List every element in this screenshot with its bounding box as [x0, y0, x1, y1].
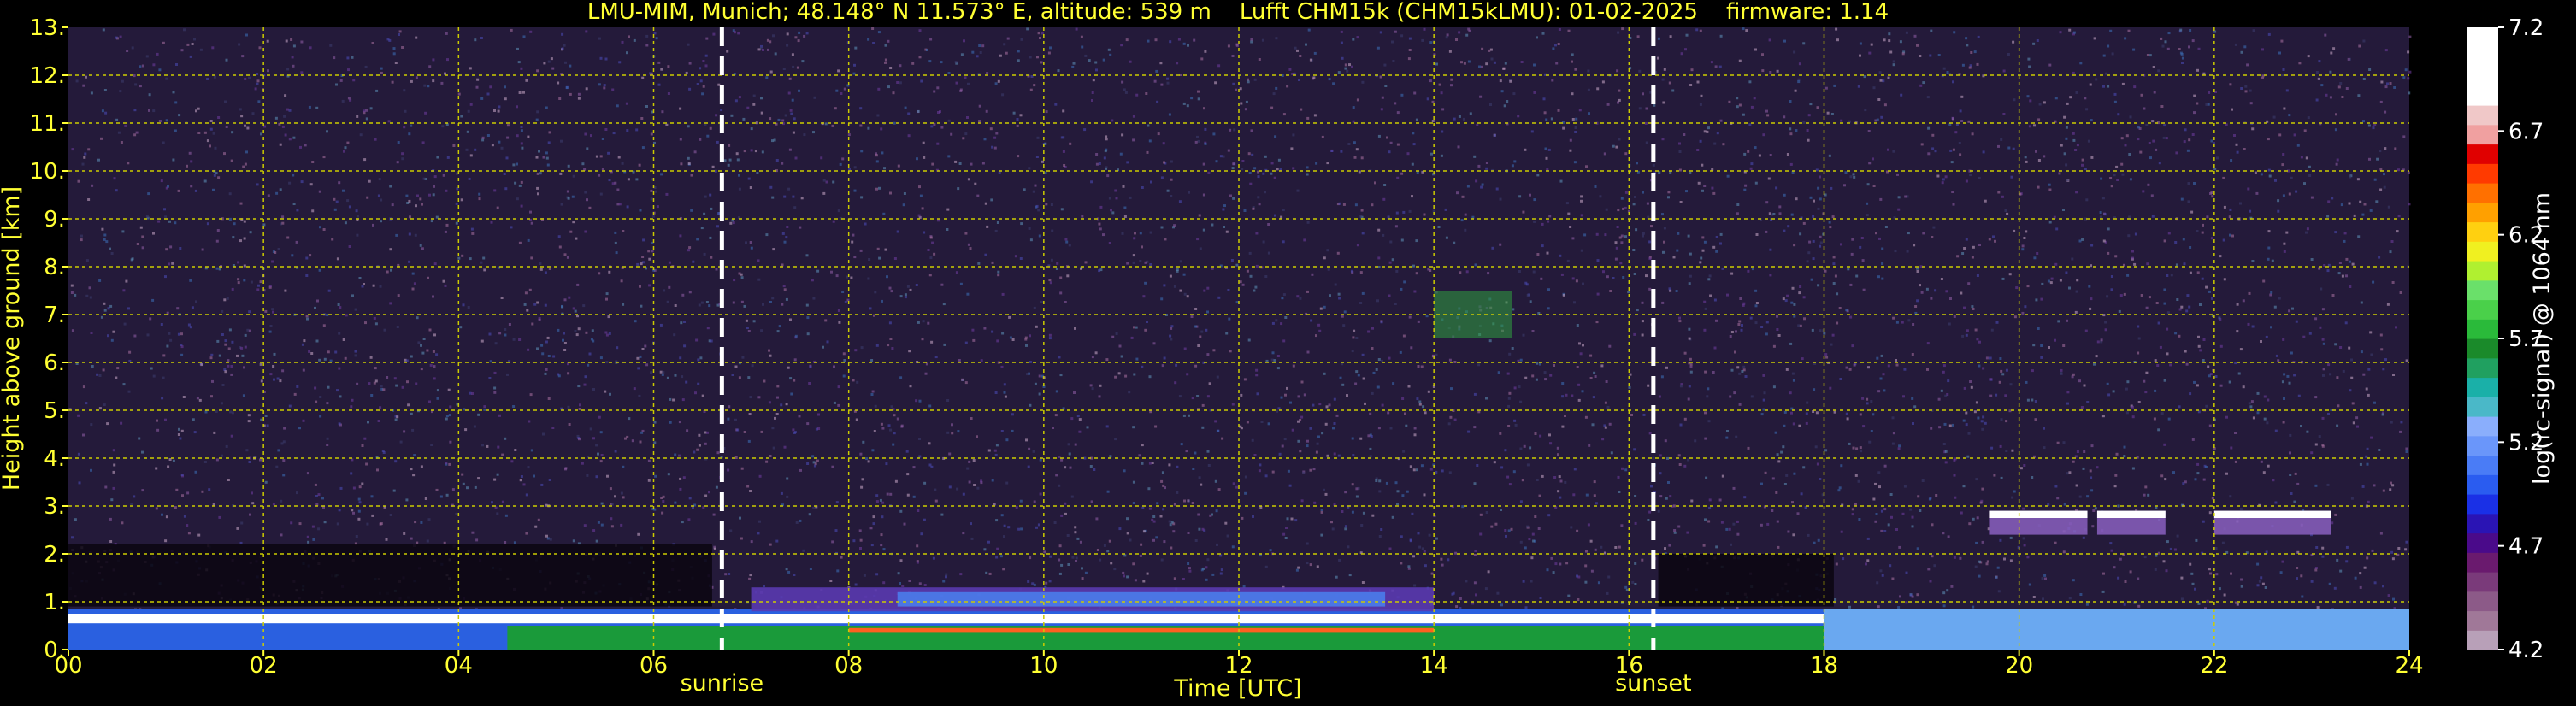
x-tick-label: 24: [2395, 653, 2423, 679]
x-tick-label: 06: [640, 653, 668, 679]
colorbar-segment: [2467, 124, 2498, 145]
sunrise-label: sunrise: [681, 670, 764, 697]
colorbar-segment: [2467, 202, 2498, 223]
y-tick-label: 11.: [30, 111, 65, 137]
colorbar-segment: [2467, 85, 2498, 106]
colorbar-segment: [2467, 221, 2498, 242]
colorbar-segment: [2467, 183, 2498, 203]
low-cloud-top: [2096, 510, 2166, 518]
y-tick-label: 7.: [44, 303, 65, 328]
colorbar-segment: [2467, 630, 2498, 650]
colorbar-segment: [2467, 163, 2498, 184]
x-tick-label: 10: [1029, 653, 1058, 679]
colorbar-segment: [2467, 416, 2498, 437]
colorbar-segment: [2467, 455, 2498, 475]
x-tick-label: 02: [250, 653, 278, 679]
colorbar-label: log(rc-signal) @ 1064 nm: [2529, 192, 2555, 485]
low-cloud-top: [2213, 510, 2331, 518]
colorbar-tick-label: 6.7: [2508, 119, 2544, 144]
y-tick-label: 4.: [44, 446, 65, 472]
colorbar-tick-label: 7.2: [2508, 15, 2544, 41]
lidar-figure: LMU-MIM, Munich; 48.148° N 11.573° E, al…: [0, 0, 2576, 706]
colorbar-segment: [2467, 591, 2498, 612]
colorbar-segment: [2467, 105, 2498, 126]
colorbar-segment: [2467, 435, 2498, 456]
colorbar-segment: [2467, 279, 2498, 301]
plot-area: [68, 27, 2412, 650]
y-tick-label: 13.: [30, 15, 65, 41]
x-tick-label: 00: [54, 653, 82, 679]
colorbar-segment: [2467, 241, 2498, 262]
colorbar-segment: [2467, 299, 2498, 320]
colorbar-segment: [2467, 66, 2498, 86]
x-tick-label: 14: [1420, 653, 1448, 679]
y-tick-label: 6.: [44, 350, 65, 376]
evening-layer: [1824, 609, 2409, 650]
x-tick-label: 04: [445, 653, 473, 679]
x-tick-label: 18: [1810, 653, 1838, 679]
y-tick-label: 3.: [44, 494, 65, 520]
colorbar-tick-label: 4.7: [2508, 534, 2544, 560]
colorbar-segment: [2467, 474, 2498, 495]
sunset-label: sunset: [1615, 670, 1692, 697]
y-tick-label: 2.: [44, 542, 65, 568]
y-tick-label: 5.: [44, 398, 65, 424]
colorbar-tick-label: 4.2: [2508, 638, 2544, 663]
colorbar-segment: [2467, 532, 2498, 553]
y-tick-label: 10.: [30, 159, 65, 185]
colorbar-segment: [2467, 27, 2498, 48]
x-tick-label: 22: [2200, 653, 2228, 679]
colorbar-segment: [2467, 319, 2498, 339]
y-tick-label: 9.: [44, 207, 65, 232]
colorbar-segment: [2467, 397, 2498, 417]
chart-title: LMU-MIM, Munich; 48.148° N 11.573° E, al…: [587, 0, 1889, 25]
colorbar-segment: [2467, 357, 2498, 379]
colorbar-segment: [2467, 338, 2498, 359]
x-tick-label: 20: [2005, 653, 2033, 679]
y-tick-label: 12.: [30, 63, 65, 89]
aerosol-layer-core: [897, 591, 1386, 607]
colorbar-segment: [2467, 610, 2498, 631]
low-cloud-top: [1989, 510, 2088, 518]
x-tick-label: 08: [834, 653, 863, 679]
y-tick-label: 8.: [44, 255, 65, 280]
colorbar-segment: [2467, 261, 2498, 281]
colorbar-segment: [2467, 144, 2498, 164]
colorbar-segment: [2467, 572, 2498, 592]
y-tick-label: 1.: [44, 590, 65, 615]
boundary-layer-red: [848, 627, 1435, 633]
colorbar-segment: [2467, 494, 2498, 515]
colorbar-segment: [2467, 46, 2498, 68]
colorbar-segment: [2467, 377, 2498, 397]
x-axis-label: Time [UTC]: [1173, 675, 1301, 702]
y-axis-label: Height above ground [km]: [0, 186, 25, 491]
colorbar-segment: [2467, 513, 2498, 534]
colorbar-segment: [2467, 552, 2498, 573]
